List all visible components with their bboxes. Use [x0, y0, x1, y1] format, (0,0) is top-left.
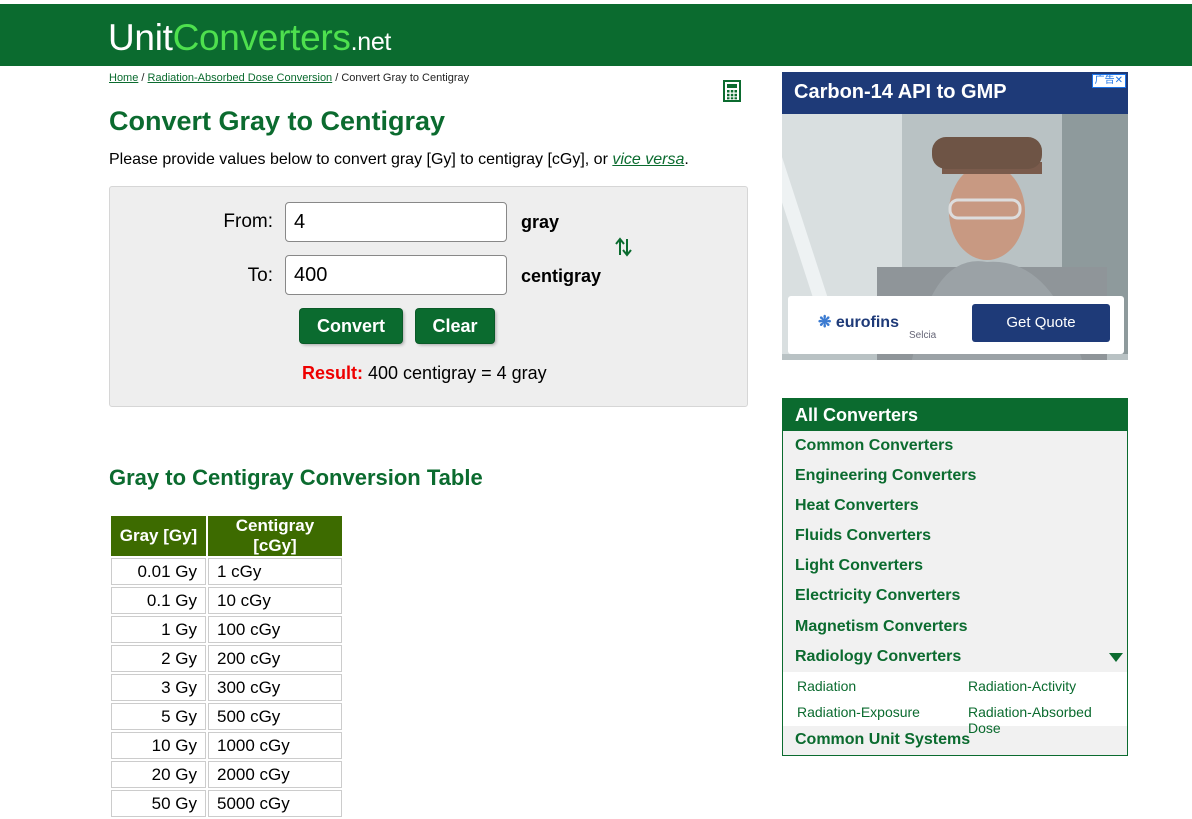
advertisement[interactable]: Carbon-14 API to GMP 广告✕ ❋ eurofins Selc… — [782, 72, 1128, 360]
intro-end: . — [684, 151, 689, 168]
convert-button[interactable]: Convert — [300, 309, 402, 343]
sidebar-item-magnetism[interactable]: Magnetism Converters — [795, 618, 968, 636]
logo-unit: Unit — [108, 17, 173, 58]
site-logo[interactable]: UnitConverters.net — [108, 18, 391, 62]
table-cell-gray: 3 Gy — [111, 674, 206, 701]
ad-sub-brand: Selcia — [909, 330, 937, 341]
to-input[interactable]: 400 — [285, 255, 507, 295]
calculator-icon[interactable] — [723, 80, 741, 102]
table-cell-gray: 50 Gy — [111, 790, 206, 817]
get-quote-button[interactable]: Get Quote — [972, 304, 1110, 342]
ad-footer: ❋ eurofins Selcia Get Quote — [788, 296, 1124, 354]
table-cell-centigray: 100 cGy — [208, 616, 342, 643]
sidebar-item-unit-systems[interactable]: Common Unit Systems — [795, 731, 970, 749]
sidebar-item-common[interactable]: Common Converters — [795, 437, 953, 455]
submenu-radiation-activity[interactable]: Radiation-Activity — [968, 678, 1076, 694]
table-row: 50 Gy 5000 cGy — [111, 790, 342, 817]
table-cell-gray: 1 Gy — [111, 616, 206, 643]
logo-converters: Converters — [172, 17, 351, 58]
result-line: Result: 400 centigray = 4 gray — [302, 363, 547, 384]
to-unit: centigray — [521, 266, 602, 286]
site-header: UnitConverters.net — [0, 4, 1192, 66]
swap-arrows-icon[interactable] — [614, 236, 634, 258]
submenu-radiation-absorbed-dose[interactable]: Radiation-Absorbed Dose — [968, 704, 1127, 736]
table-title: Gray to Centigray Conversion Table — [109, 465, 483, 490]
from-label: From: — [223, 211, 273, 232]
page-title: Convert Gray to Centigray — [109, 106, 446, 136]
from-unit: gray — [521, 212, 560, 232]
conversion-table: Gray [Gy] Centigray [cGy] 0.01 Gy 1 cGy 0… — [109, 514, 344, 819]
triangle-down-icon[interactable] — [1109, 653, 1123, 662]
ad-brand: ❋ eurofins — [818, 312, 899, 332]
table-cell-gray: 10 Gy — [111, 732, 206, 759]
table-cell-gray: 5 Gy — [111, 703, 206, 730]
to-label: To: — [247, 265, 273, 286]
breadcrumb-category[interactable]: Radiation-Absorbed Dose Conversion — [148, 72, 333, 84]
sidebar-item-engineering[interactable]: Engineering Converters — [795, 467, 976, 485]
sidebar-header[interactable]: All Converters — [783, 399, 1127, 431]
table-cell-centigray: 5000 cGy — [208, 790, 342, 817]
table-cell-gray: 0.1 Gy — [111, 587, 206, 614]
table-row: 5 Gy 500 cGy — [111, 703, 342, 730]
intro-body: Please provide values below to convert g… — [109, 151, 613, 168]
table-cell-gray: 2 Gy — [111, 645, 206, 672]
ad-title: Carbon-14 API to GMP — [794, 81, 1007, 103]
table-cell-centigray: 1 cGy — [208, 558, 342, 585]
breadcrumb-sep: / — [138, 72, 148, 84]
table-header-gray: Gray [Gy] — [111, 516, 206, 556]
clear-button[interactable]: Clear — [416, 309, 494, 343]
table-cell-gray: 0.01 Gy — [111, 558, 206, 585]
ad-brand-text: eurofins — [835, 314, 899, 331]
table-row: 0.01 Gy 1 cGy — [111, 558, 342, 585]
breadcrumb: Home / Radiation-Absorbed Dose Conversio… — [109, 72, 469, 84]
table-row: 1 Gy 100 cGy — [111, 616, 342, 643]
vice-versa-link[interactable]: vice versa — [612, 151, 684, 168]
table-cell-centigray: 500 cGy — [208, 703, 342, 730]
breadcrumb-home[interactable]: Home — [109, 72, 138, 84]
result-label: Result: — [302, 363, 364, 383]
table-row: 3 Gy 300 cGy — [111, 674, 342, 701]
table-cell-centigray: 200 cGy — [208, 645, 342, 672]
table-cell-centigray: 300 cGy — [208, 674, 342, 701]
breadcrumb-sep: / — [332, 72, 342, 84]
breadcrumb-current: Convert Gray to Centigray — [341, 72, 470, 84]
table-header-centigray: Centigray [cGy] — [208, 516, 342, 556]
logo-net: .net — [350, 28, 392, 56]
table-cell-centigray: 1000 cGy — [208, 732, 342, 759]
from-input[interactable]: 4 — [285, 202, 507, 242]
radiology-submenu: Radiation Radiation-Activity Radiation-E… — [783, 672, 1127, 736]
sidebar-item-heat[interactable]: Heat Converters — [795, 497, 919, 515]
table-cell-gray: 20 Gy — [111, 761, 206, 788]
table-row: 2 Gy 200 cGy — [111, 645, 342, 672]
ad-close-icon[interactable]: 广告✕ — [1091, 74, 1126, 88]
table-row: 0.1 Gy 10 cGy — [111, 587, 342, 614]
table-row: 10 Gy 1000 cGy — [111, 732, 342, 759]
intro-text: Please provide values below to convert g… — [109, 151, 689, 169]
submenu-radiation-exposure[interactable]: Radiation-Exposure — [797, 704, 920, 720]
table-cell-centigray: 2000 cGy — [208, 761, 342, 788]
sidebar-item-light[interactable]: Light Converters — [795, 557, 923, 575]
sidebar-item-electricity[interactable]: Electricity Converters — [795, 587, 960, 605]
table-cell-centigray: 10 cGy — [208, 587, 342, 614]
eurofins-logo-icon: ❋ — [818, 314, 836, 331]
sidebar-item-fluids[interactable]: Fluids Converters — [795, 527, 931, 545]
converters-sidebar: All Converters Common Converters Enginee… — [782, 398, 1128, 756]
submenu-radiation[interactable]: Radiation — [797, 678, 856, 694]
result-value: 400 centigray = 4 gray — [363, 363, 547, 383]
table-row: 20 Gy 2000 cGy — [111, 761, 342, 788]
sidebar-item-radiology[interactable]: Radiology Converters — [795, 648, 961, 666]
